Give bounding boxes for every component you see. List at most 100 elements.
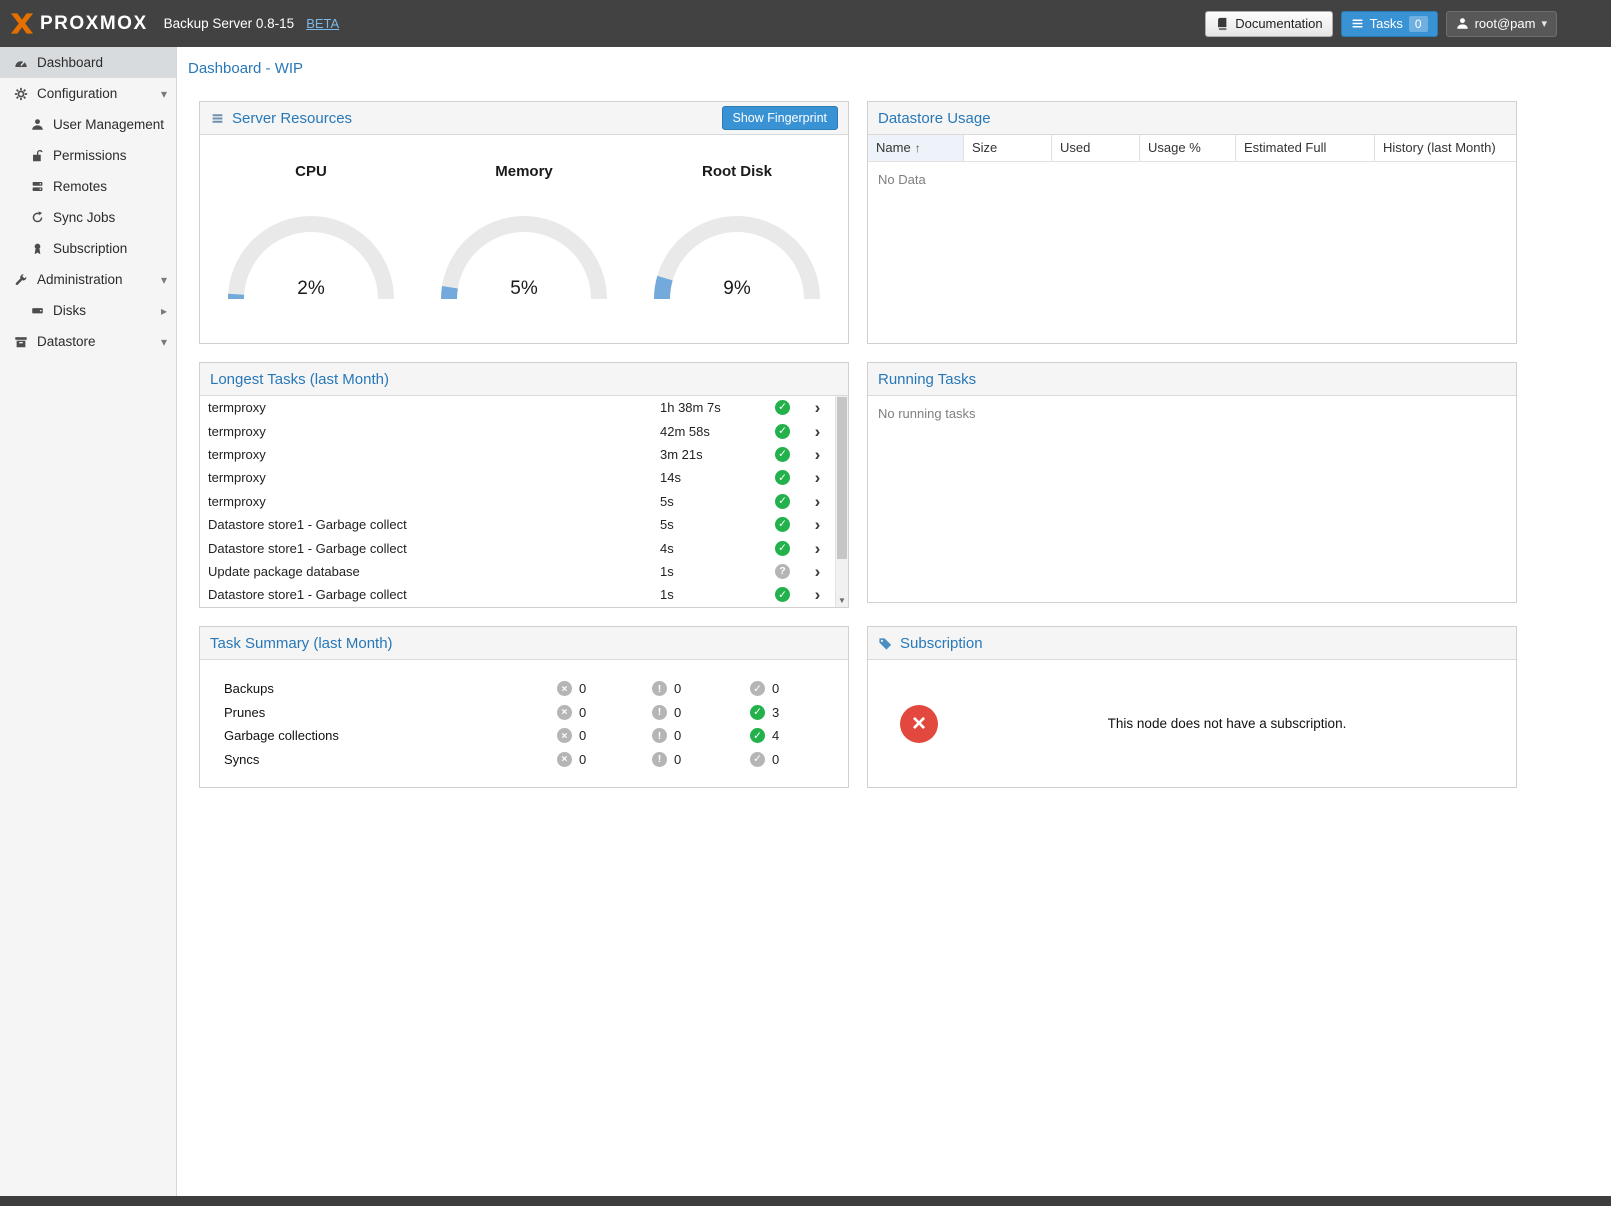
error-count: 0: [579, 705, 586, 720]
top-header: PROXMOX Backup Server 0.8-15 BETA Docume…: [0, 0, 1611, 47]
beta-link[interactable]: BETA: [306, 16, 339, 31]
open-task-button[interactable]: ›: [800, 563, 835, 580]
sidebar-item-administration[interactable]: Administration ▾: [0, 264, 176, 295]
task-status-icon: ✓: [775, 400, 790, 415]
subscription-panel: Subscription × This node does not have a…: [867, 626, 1517, 788]
task-status-icon: ✓: [775, 494, 790, 509]
server-resources-panel: Server Resources Show Fingerprint CPU 2%: [199, 101, 849, 344]
gauge-arc: 9%: [642, 204, 832, 306]
task-row[interactable]: Datastore store1 - Garbage collect 5s ✓ …: [200, 513, 835, 536]
sidebar-item-disks[interactable]: Disks ▸: [0, 295, 176, 326]
documentation-button[interactable]: Documentation: [1205, 11, 1332, 37]
subscription-message: This node does not have a subscription.: [938, 716, 1516, 731]
ok-count: 3: [772, 705, 779, 720]
expander-icon: ▾: [161, 335, 167, 349]
tag-icon: [878, 636, 893, 651]
sidebar-item-configuration[interactable]: Configuration ▾: [0, 78, 176, 109]
panel-title: Task Summary (last Month): [210, 635, 393, 652]
task-row[interactable]: termproxy 14s ✓ ›: [200, 466, 835, 489]
task-row[interactable]: termproxy 42m 58s ✓ ›: [200, 419, 835, 442]
open-task-button[interactable]: ›: [800, 423, 835, 440]
task-duration: 1h 38m 7s: [660, 400, 765, 415]
warning-count: 0: [674, 752, 681, 767]
task-name: Datastore store1 - Garbage collect: [200, 517, 660, 532]
error-count: 0: [579, 681, 586, 696]
column-header-name[interactable]: Name↑: [868, 135, 964, 161]
task-row[interactable]: Datastore store1 - Garbage collect 4s ✓ …: [200, 536, 835, 559]
bottom-bar: [0, 1196, 1611, 1206]
sidebar-item-datastore[interactable]: Datastore ▾: [0, 326, 176, 357]
summary-row[interactable]: Backups × 0 ! 0 ✓ 0: [224, 677, 848, 701]
dashboard-icon: [11, 56, 31, 70]
task-name: Datastore store1 - Garbage collect: [200, 587, 660, 602]
gauge-value: 2%: [297, 278, 325, 299]
open-task-button[interactable]: ›: [800, 493, 835, 510]
task-row[interactable]: termproxy 5s ✓ ›: [200, 490, 835, 513]
summary-row[interactable]: Garbage collections × 0 ! 0 ✓: [224, 724, 848, 748]
refresh-icon: [27, 211, 47, 224]
column-header-used[interactable]: Used: [1052, 135, 1140, 161]
longest-tasks-panel: Longest Tasks (last Month) termproxy 1h …: [199, 362, 849, 608]
task-duration: 1s: [660, 587, 765, 602]
error-count-icon: ×: [557, 752, 572, 767]
summary-row[interactable]: Syncs × 0 ! 0 ✓ 0: [224, 748, 848, 772]
sidebar-item-dashboard[interactable]: Dashboard: [0, 47, 176, 78]
open-task-button[interactable]: ›: [800, 586, 835, 603]
main-content: Dashboard - WIP Server Resources Show Fi…: [178, 47, 1611, 1196]
scrollbar-down-arrow[interactable]: ▼: [836, 594, 848, 607]
sidebar-item-user-management[interactable]: User Management: [0, 109, 176, 140]
bars-icon: [210, 112, 225, 125]
expander-icon: ▾: [161, 87, 167, 101]
open-task-button[interactable]: ›: [800, 540, 835, 557]
user-menu-button[interactable]: root@pam ▾: [1446, 11, 1557, 37]
sidebar-item-remotes[interactable]: Remotes: [0, 171, 176, 202]
user-icon: [1456, 17, 1469, 30]
task-row[interactable]: termproxy 1h 38m 7s ✓ ›: [200, 396, 835, 419]
sidebar-item-sync-jobs[interactable]: Sync Jobs: [0, 202, 176, 233]
warning-count: 0: [674, 728, 681, 743]
scrollbar-thumb[interactable]: [837, 397, 847, 559]
gauge-value: 9%: [723, 278, 751, 299]
column-header-estimated-full[interactable]: Estimated Full: [1236, 135, 1375, 161]
task-status-icon: ✓: [775, 470, 790, 485]
tasks-button[interactable]: Tasks 0: [1341, 11, 1438, 37]
ok-count-icon: ✓: [750, 752, 765, 767]
column-header-size[interactable]: Size: [964, 135, 1052, 161]
warning-count: 0: [674, 681, 681, 696]
task-row[interactable]: Datastore store1 - Garbage collect 1s ✓ …: [200, 583, 835, 606]
task-row[interactable]: termproxy 3m 21s ✓ ›: [200, 443, 835, 466]
column-header-usage[interactable]: Usage %: [1140, 135, 1236, 161]
gauges: CPU 2% Memory: [200, 135, 848, 309]
gears-icon: [11, 87, 31, 101]
sidebar: Dashboard Configuration ▾ User Managemen…: [0, 47, 177, 1196]
task-status-icon: ✓: [775, 541, 790, 556]
tasks-count-badge: 0: [1409, 16, 1428, 32]
warning-count-icon: !: [652, 705, 667, 720]
resource-gauge: Memory 5%: [422, 163, 626, 309]
open-task-button[interactable]: ›: [800, 469, 835, 486]
summary-row[interactable]: Prunes × 0 ! 0 ✓ 3: [224, 701, 848, 725]
task-status-icon: ✓: [775, 517, 790, 532]
error-count-icon: ×: [557, 728, 572, 743]
sidebar-item-permissions[interactable]: Permissions: [0, 140, 176, 171]
resource-gauge: Root Disk 9%: [635, 163, 839, 309]
open-task-button[interactable]: ›: [800, 446, 835, 463]
longest-tasks-list: termproxy 1h 38m 7s ✓ › termproxy 42m 58…: [200, 396, 835, 607]
warning-count-icon: !: [652, 681, 667, 696]
open-task-button[interactable]: ›: [800, 516, 835, 533]
server-icon: [27, 180, 47, 193]
error-count: 0: [579, 728, 586, 743]
task-row[interactable]: Update package database 1s ? ›: [200, 560, 835, 583]
vertical-scrollbar[interactable]: ▼: [835, 396, 848, 607]
sidebar-item-subscription[interactable]: Subscription: [0, 233, 176, 264]
open-task-button[interactable]: ›: [800, 399, 835, 416]
book-icon: [1215, 17, 1229, 31]
show-fingerprint-button[interactable]: Show Fingerprint: [722, 106, 839, 130]
gauge-label: CPU: [209, 163, 413, 180]
resource-gauge: CPU 2%: [209, 163, 413, 309]
task-name: termproxy: [200, 424, 660, 439]
error-count: 0: [579, 752, 586, 767]
column-header-history[interactable]: History (last Month): [1375, 135, 1516, 161]
task-duration: 42m 58s: [660, 424, 765, 439]
panel-title: Longest Tasks (last Month): [210, 371, 389, 388]
